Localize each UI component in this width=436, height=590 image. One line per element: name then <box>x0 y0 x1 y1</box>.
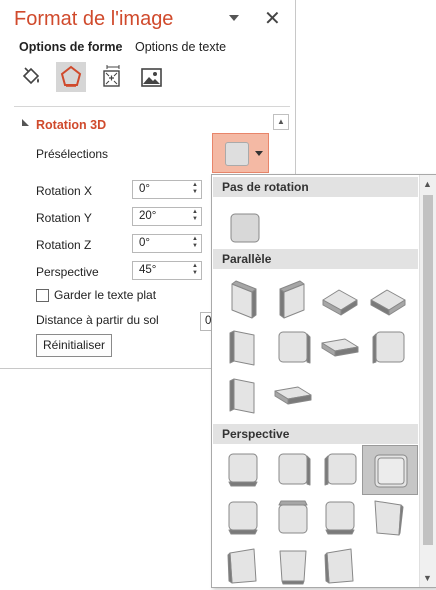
perspective-spinner[interactable]: 45° ▲ ▼ <box>132 261 202 280</box>
rotation-z-spinner[interactable]: 0° ▲ ▼ <box>132 234 202 253</box>
chevron-down-icon <box>255 151 263 156</box>
preset-tall-l-icon <box>229 330 255 366</box>
rotation-x-label: Rotation X <box>36 184 93 198</box>
keep-text-flat-checkbox[interactable] <box>36 289 49 302</box>
scroll-up-icon[interactable]: ▲ <box>423 179 432 189</box>
rotation-y-value[interactable]: 20° <box>139 210 156 222</box>
gallery-scrollbar[interactable]: ▲ ▼ <box>419 175 436 587</box>
preset-skew-l-icon <box>324 548 354 584</box>
preset-iso-top-r-icon <box>322 289 358 316</box>
preset-item-perspective-2[interactable] <box>270 447 316 493</box>
group-header-parallel: Parallèle <box>213 249 418 269</box>
preset-item-perspective-4[interactable] <box>362 445 418 495</box>
preset-item-parallel-8[interactable] <box>365 325 411 371</box>
presets-gallery: Pas de rotation Parallèle Perspective ▲ … <box>211 174 436 588</box>
keep-text-flat-label[interactable]: Garder le texte plat <box>54 288 156 302</box>
tab-text-options[interactable]: Options de texte <box>135 40 226 54</box>
preset-item-perspective-7[interactable] <box>317 495 363 541</box>
preset-item-parallel-7[interactable] <box>317 325 363 371</box>
group-header-no-rotation: Pas de rotation <box>213 177 418 197</box>
separator <box>14 106 290 107</box>
preset-iso-right-icon <box>279 280 305 319</box>
preset-flat-wide-icon <box>274 386 312 405</box>
preset-item-perspective-5[interactable] <box>220 495 266 541</box>
rotation-y-spinner[interactable]: 20° ▲ ▼ <box>132 207 202 226</box>
preset-item-perspective-9[interactable] <box>220 543 266 589</box>
preset-item-norot-1[interactable] <box>222 205 268 251</box>
rotation-z-value[interactable]: 0° <box>139 237 150 249</box>
preset-item-parallel-6[interactable] <box>270 325 316 371</box>
collapse-arrow-icon[interactable] <box>22 119 29 126</box>
rotation-z-label: Rotation Z <box>36 238 92 252</box>
spinner-arrows-icon[interactable]: ▲ ▼ <box>191 209 199 224</box>
preset-wedge-icon <box>279 550 307 585</box>
presets-button[interactable] <box>212 133 269 173</box>
preset-flat-icon <box>230 213 260 243</box>
preset-sq-t-icon <box>278 500 308 534</box>
tab-shape-options[interactable]: Options de forme <box>19 40 122 54</box>
preset-item-perspective-1[interactable] <box>220 447 266 493</box>
perspective-label: Perspective <box>36 265 99 279</box>
fill-line-icon[interactable] <box>16 62 46 92</box>
preset-sq-b-icon <box>325 501 355 535</box>
preset-item-parallel-5[interactable] <box>220 325 266 371</box>
preset-sq-r-icon <box>278 331 311 364</box>
spinner-arrows-icon[interactable]: ▲ ▼ <box>191 236 199 251</box>
rotation-x-spinner[interactable]: 0° ▲ ▼ <box>132 180 202 199</box>
preset-sq-b-icon <box>228 501 258 535</box>
spinner-arrows-icon[interactable]: ▲ ▼ <box>191 263 199 278</box>
preset-iso-left-icon <box>231 280 257 319</box>
rotation-x-value[interactable]: 0° <box>139 183 150 195</box>
pane-title: Format de l'image <box>14 8 174 30</box>
picture-icon[interactable] <box>136 62 166 92</box>
preset-item-parallel-3[interactable] <box>317 278 363 324</box>
preset-item-parallel-2[interactable] <box>270 278 316 324</box>
preset-sq-b-icon <box>228 453 258 487</box>
presets-label: Présélections <box>36 147 109 161</box>
distance-from-ground-label: Distance à partir du sol <box>36 313 159 327</box>
preset-preview-icon <box>225 142 249 166</box>
close-icon[interactable]: ✕ <box>264 6 281 31</box>
preset-item-perspective-6[interactable] <box>270 495 316 541</box>
rotation-y-label: Rotation Y <box>36 211 92 225</box>
scroll-down-icon[interactable]: ▼ <box>423 573 432 583</box>
size-properties-icon[interactable] <box>96 62 126 92</box>
preset-iso-top-l-icon <box>370 289 406 316</box>
preset-item-perspective-11[interactable] <box>317 543 363 589</box>
preset-sq-r-icon <box>278 453 311 486</box>
effects-icon[interactable] <box>56 62 86 92</box>
preset-flat-wide-icon <box>321 338 359 357</box>
scroll-thumb[interactable] <box>423 195 433 545</box>
preset-skew-r-icon <box>374 500 404 536</box>
group-header-perspective: Perspective <box>213 424 418 444</box>
spinner-arrows-icon[interactable]: ▲ ▼ <box>191 182 199 197</box>
scroll-up-icon[interactable]: ▲ <box>273 114 289 130</box>
pane-options-dropdown-icon[interactable] <box>229 15 239 21</box>
preset-sq-big-icon <box>374 454 408 488</box>
section-title-3d-rotation[interactable]: Rotation 3D <box>36 118 106 132</box>
preset-item-perspective-3[interactable] <box>317 447 363 493</box>
preset-item-perspective-8[interactable] <box>365 495 411 541</box>
preset-item-parallel-10[interactable] <box>270 373 316 419</box>
preset-item-parallel-4[interactable] <box>365 278 411 324</box>
preset-sq-l-icon <box>372 331 405 364</box>
preset-sq-l-icon <box>324 453 357 486</box>
preset-skew-l-icon <box>227 548 257 584</box>
preset-item-parallel-1[interactable] <box>220 278 266 324</box>
reset-button[interactable]: Réinitialiser <box>36 334 112 357</box>
preset-item-parallel-9[interactable] <box>220 373 266 419</box>
preset-item-perspective-10[interactable] <box>270 543 316 589</box>
perspective-value[interactable]: 45° <box>139 264 156 276</box>
preset-tall-l-icon <box>229 378 255 414</box>
